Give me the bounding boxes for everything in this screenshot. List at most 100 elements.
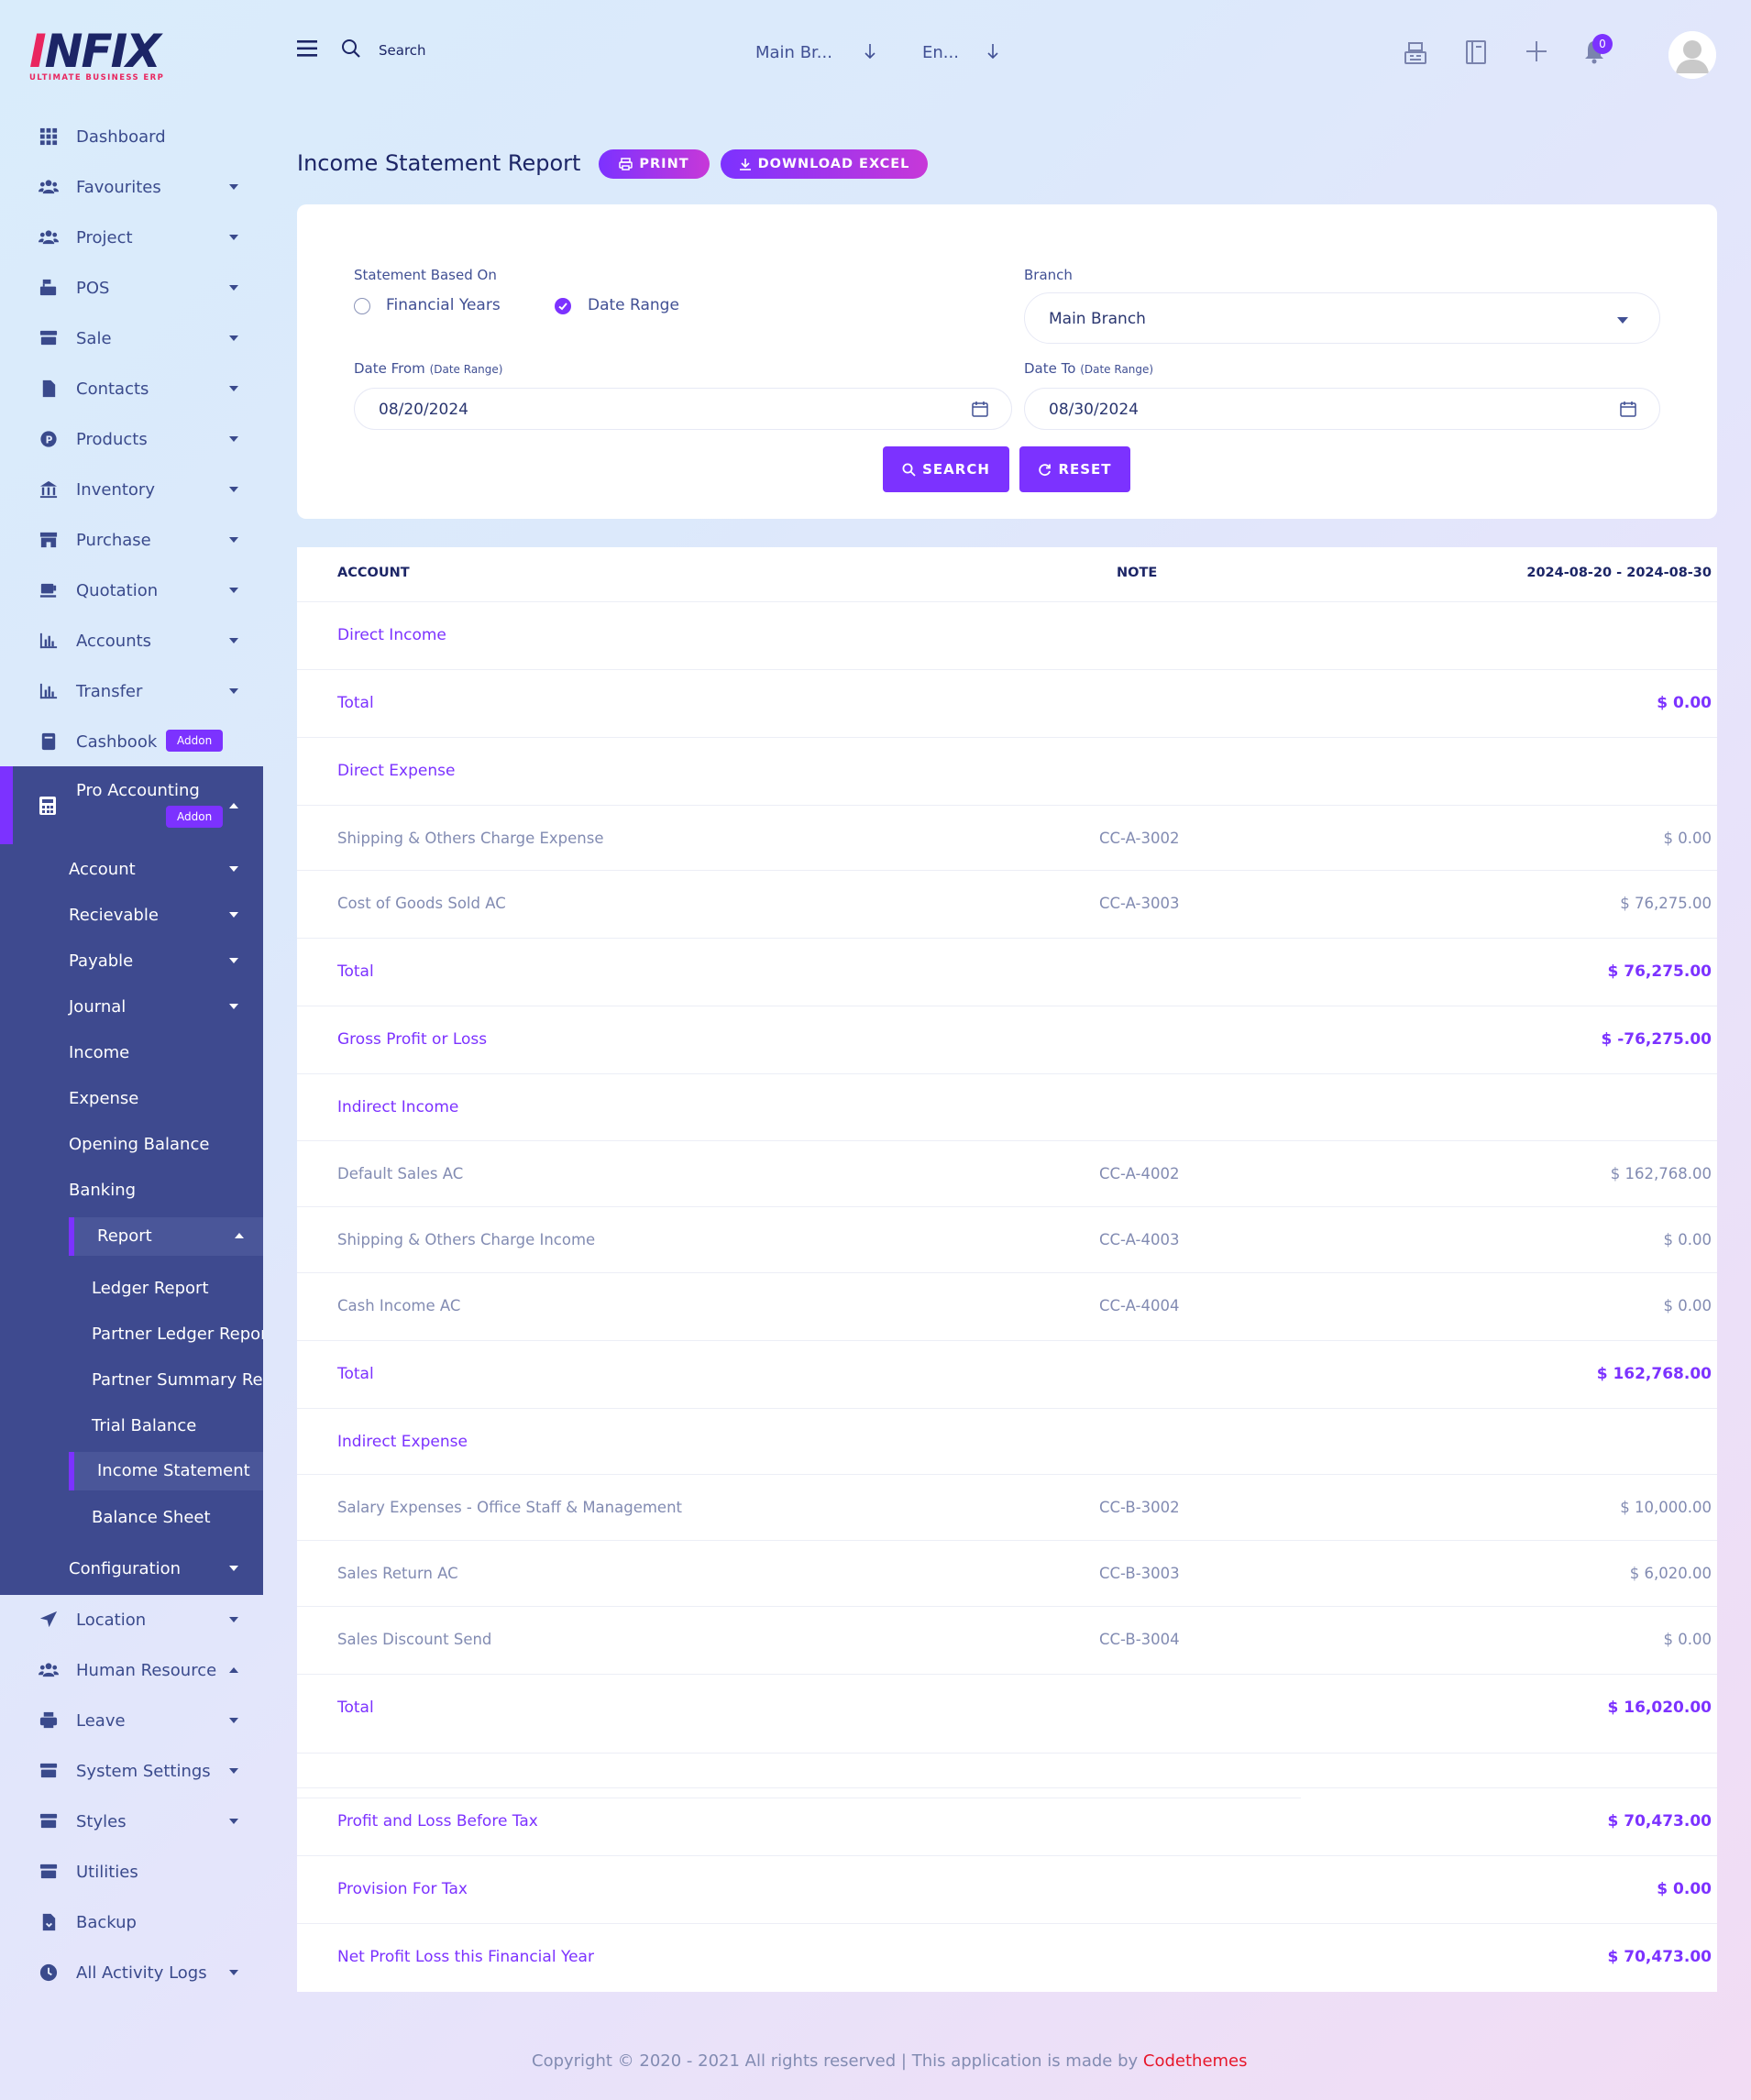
account-cell: Salary Expenses - Office Staff & Managem… [337,1499,683,1516]
radio-date-range[interactable] [555,298,571,314]
account-cell: Direct Expense [337,762,456,780]
branch-select[interactable]: Main Br... [755,43,832,62]
sidebar-item-label: Location [76,1610,147,1630]
sidebar-item-label: Backup [76,1912,137,1932]
sidebar-item-system-settings[interactable]: System Settings [0,1752,263,1790]
account-cell: Net Profit Loss this Financial Year [337,1948,594,1966]
sidebar-item-transfer[interactable]: Transfer [0,672,263,710]
sidebar-item-project[interactable]: Project [0,218,263,257]
sidebar-item-cashbook[interactable]: Cashbook Addon [0,722,263,761]
sidebar-item-backup[interactable]: Backup [0,1903,263,1941]
radio-financial-years-label[interactable]: Financial Years [386,296,501,314]
user-avatar[interactable] [1668,31,1716,79]
sidebar-item-quotation[interactable]: Quotation [0,571,263,610]
search-icon[interactable] [341,38,361,62]
sidebar-pro-accounting-group: Pro Accounting Addon Account Recievable Pa… [0,766,263,1595]
sidebar-report-item-ledger-report[interactable]: Ledger Report [0,1270,263,1306]
app-logo[interactable]: INFIX ULTIMATE BUSINESS ERP [29,26,167,86]
footer-brand-link[interactable]: Codethemes [1143,2051,1248,2071]
users-icon [39,227,59,247]
notebook-icon[interactable] [1464,39,1488,69]
radio-date-range-label[interactable]: Date Range [588,296,679,314]
arrow-down-icon[interactable] [986,43,999,63]
clock-icon [39,1963,59,1983]
amount-cell: $ 0.00 [1657,1880,1712,1898]
sidebar-item-location[interactable]: Location [0,1600,263,1639]
sidebar-item-leave[interactable]: Leave [0,1701,263,1740]
sidebar-item-utilities[interactable]: Utilities [0,1853,263,1891]
caret-down-icon [229,235,238,240]
sidebar-item-products[interactable]: P Products [0,420,263,458]
amount-cell: $ 0.00 [1663,1297,1712,1314]
sidebar-subitem-journal[interactable]: Journal [0,988,263,1025]
date-from-input[interactable]: 08/20/2024 [354,388,1012,430]
column-header-period: 2024-08-20 - 2024-08-30 [1526,566,1712,580]
search-input[interactable]: Search [379,42,426,59]
print-button[interactable]: PRINT [599,149,710,179]
calendar-icon[interactable] [1619,400,1637,418]
sidebar-item-label: Styles [76,1811,127,1831]
sidebar-item-label: Purchase [76,530,151,550]
sidebar-item-contacts[interactable]: Contacts [0,369,263,408]
download-excel-button[interactable]: DOWNLOAD EXCEL [721,149,928,179]
account-cell: Default Sales AC [337,1165,464,1182]
calendar-icon[interactable] [971,400,989,418]
table-row: Sales Return AC CC-B-3003 $ 6,020.00 [297,1540,1717,1608]
sidebar-report-item-trial-balance[interactable]: Trial Balance [0,1407,263,1444]
account-cell: Total [337,962,374,981]
hamburger-menu-icon[interactable] [297,40,317,60]
sidebar-item-accounts[interactable]: Accounts [0,621,263,660]
note-cell: CC-A-3002 [1099,830,1180,847]
sidebar-subitem-label: Report [97,1226,152,1246]
column-header-note: NOTE [1117,566,1158,580]
sidebar-subitem-label: Recievable [69,905,159,925]
search-button[interactable]: SEARCH [883,446,1009,492]
caret-down-icon [229,638,238,643]
sidebar-subitem-payable[interactable]: Payable [0,942,263,979]
sidebar-subitem-report[interactable]: Report [69,1217,263,1256]
branch-select[interactable]: Main Branch [1024,292,1660,344]
sidebar-item-styles[interactable]: Styles [0,1802,263,1841]
sidebar-subitem-label: Account [69,859,136,879]
sidebar-item-all-activity-logs[interactable]: All Activity Logs [0,1953,263,1992]
pos-register-icon[interactable] [1403,39,1428,69]
amount-cell: $ 76,275.00 [1620,895,1712,912]
sidebar-item-label: Dashboard [76,126,166,147]
sidebar-item-dashboard[interactable]: Dashboard [0,117,263,156]
reset-button[interactable]: RESET [1019,446,1130,492]
language-select[interactable]: En... [922,43,959,62]
sidebar-subitem-banking[interactable]: Banking [0,1171,263,1208]
sidebar-subitem-recievable[interactable]: Recievable [0,896,263,933]
sidebar-item-pro-accounting[interactable]: Pro Accounting Addon [0,766,263,844]
sidebar-subitem-income[interactable]: Income [0,1034,263,1071]
radio-financial-years[interactable] [354,298,370,314]
sidebar-subitem-label: Payable [69,951,134,971]
sidebar-subitem-configuration[interactable]: Configuration [0,1550,263,1587]
sidebar-subitem-expense[interactable]: Expense [0,1080,263,1116]
sidebar-subitem-account[interactable]: Account [0,851,263,887]
sidebar-item-favourites[interactable]: Favourites [0,168,263,206]
sidebar-report-item-balance-sheet[interactable]: Balance Sheet [0,1499,263,1535]
sidebar-item-label: Pro Accounting [76,781,200,800]
amount-cell: $ 6,020.00 [1629,1565,1712,1582]
sidebar-report-item-partner-ledger-report[interactable]: Partner Ledger Report [0,1315,263,1352]
note-cell: CC-A-3003 [1099,895,1180,912]
plus-icon[interactable] [1525,39,1548,67]
sidebar-item-label: System Settings [76,1761,211,1781]
bank-icon [39,479,59,500]
arrow-down-icon[interactable] [864,43,876,63]
caret-down-icon [229,588,238,593]
sidebar-item-purchase[interactable]: Purchase [0,521,263,559]
caret-up-icon [229,1667,238,1673]
sidebar-item-pos[interactable]: POS [0,269,263,307]
sidebar-subitem-opening-balance[interactable]: Opening Balance [0,1126,263,1162]
sidebar-report-item-label: Partner Ledger Report [92,1324,263,1344]
sidebar-report-item-income-statement[interactable]: Income Statement [69,1452,263,1490]
account-cell: Shipping & Others Charge Expense [337,830,604,847]
sidebar-item-human-resource[interactable]: Human Resource [0,1651,263,1689]
sidebar-item-sale[interactable]: Sale [0,319,263,357]
sidebar-report-item-label: Partner Summary Report [92,1369,263,1390]
date-to-input[interactable]: 08/30/2024 [1024,388,1660,430]
sidebar-report-item-partner-summary-report[interactable]: Partner Summary Report [0,1361,263,1398]
sidebar-item-inventory[interactable]: Inventory [0,470,263,509]
